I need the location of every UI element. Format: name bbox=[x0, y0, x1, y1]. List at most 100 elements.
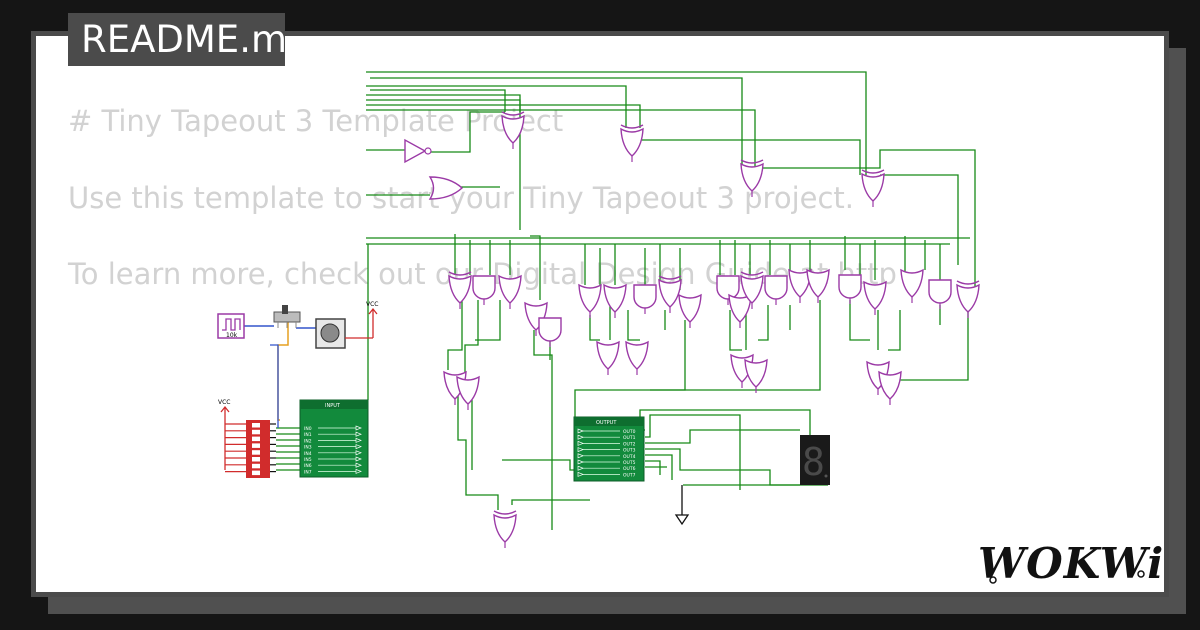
wire bbox=[888, 310, 901, 351]
dip-toggle bbox=[252, 429, 260, 435]
dip-toggle bbox=[252, 423, 260, 428]
wire bbox=[430, 111, 505, 153]
wire bbox=[502, 459, 575, 471]
gate-layer bbox=[404, 111, 980, 548]
wire bbox=[366, 99, 521, 230]
wire bbox=[366, 109, 756, 168]
dip-toggle bbox=[252, 443, 260, 448]
wire bbox=[900, 305, 969, 381]
input-chip: INPUT IN0IN1IN2IN3IN4IN5IN6IN7 bbox=[299, 399, 369, 478]
push-button[interactable] bbox=[315, 318, 346, 349]
or-gate bbox=[456, 375, 480, 410]
output-pin-label: OUT7 bbox=[623, 472, 636, 478]
wire bbox=[464, 300, 479, 375]
wire bbox=[589, 315, 600, 341]
or-gate bbox=[625, 340, 649, 375]
or-gate bbox=[728, 293, 752, 328]
wire bbox=[370, 77, 743, 168]
input-pin-label: IN5 bbox=[304, 457, 312, 463]
xor-gate bbox=[620, 124, 644, 162]
vcc-symbol-1: VCC bbox=[345, 301, 378, 339]
wire bbox=[447, 300, 463, 370]
xor-gate bbox=[740, 159, 764, 197]
dip-switch[interactable] bbox=[246, 420, 270, 478]
wire bbox=[645, 429, 800, 444]
output-pin-label: OUT1 bbox=[623, 435, 636, 441]
and-gate bbox=[633, 284, 657, 314]
seven-segment-display: 8 bbox=[800, 435, 830, 485]
or-gate bbox=[428, 176, 464, 200]
circuit-diagram: 10k VCC VCC INPUT IN0IN1IN2IN3IN4IN5IN6I… bbox=[217, 71, 1164, 588]
output-chip: OUTPUT OUT0OUT1OUT2OUT3OUT4OUT5OUT6OUT7 bbox=[573, 416, 645, 482]
or-gate bbox=[678, 293, 702, 328]
vcc-symbol-2: VCC bbox=[218, 399, 230, 470]
wire bbox=[645, 460, 661, 475]
output-pin-label: OUT6 bbox=[623, 466, 636, 472]
xor-gate bbox=[448, 271, 472, 309]
wire bbox=[849, 300, 870, 341]
wire-orange bbox=[277, 322, 289, 421]
input-chip-label: INPUT bbox=[325, 403, 341, 409]
or-gate bbox=[744, 358, 768, 393]
input-pin-label: IN4 bbox=[304, 451, 312, 457]
input-pin-label: IN7 bbox=[304, 469, 312, 475]
output-pin-label: OUT2 bbox=[623, 441, 636, 447]
clock-label: 10k bbox=[226, 332, 238, 339]
not-gate-bubble bbox=[424, 147, 432, 155]
wire bbox=[530, 235, 541, 300]
input-pin-label: IN6 bbox=[304, 463, 312, 469]
output-pin-label: OUT0 bbox=[623, 429, 636, 435]
and-gate bbox=[472, 275, 496, 305]
wire-blue bbox=[270, 344, 279, 428]
or-gate bbox=[863, 280, 887, 315]
and-gate bbox=[764, 275, 788, 305]
or-gate bbox=[603, 283, 627, 318]
wire bbox=[457, 395, 499, 510]
wire bbox=[475, 300, 501, 341]
wire bbox=[758, 305, 769, 341]
dip-toggle bbox=[252, 457, 260, 462]
input-pin-label: IN2 bbox=[304, 438, 312, 444]
slide-switch[interactable] bbox=[273, 305, 301, 328]
input-pin-label: IN1 bbox=[304, 432, 312, 438]
wire bbox=[366, 85, 627, 128]
input-pin-label: IN3 bbox=[304, 445, 312, 451]
wire bbox=[366, 71, 867, 175]
or-gate bbox=[498, 274, 522, 309]
and-gate bbox=[538, 317, 562, 347]
wire bbox=[627, 310, 640, 341]
seven-segment-digit: 8 bbox=[802, 440, 825, 484]
wire bbox=[645, 414, 741, 490]
or-gate bbox=[578, 283, 602, 318]
wire bbox=[511, 499, 590, 505]
vcc-label-1: VCC bbox=[366, 301, 378, 308]
xor-gate bbox=[493, 510, 517, 548]
dip-toggle bbox=[252, 463, 260, 469]
xor-gate bbox=[658, 275, 682, 313]
wire bbox=[639, 409, 811, 435]
output-chip-label: OUTPUT bbox=[596, 420, 617, 426]
vcc-label-2: VCC bbox=[218, 399, 230, 406]
or-gate bbox=[878, 370, 902, 405]
wire bbox=[880, 174, 959, 265]
output-pin-label: OUT4 bbox=[623, 454, 636, 460]
ground-symbol bbox=[674, 485, 690, 526]
or-gate bbox=[806, 268, 830, 303]
output-pin-label: OUT5 bbox=[623, 460, 636, 466]
readme-tag: README.md bbox=[68, 13, 285, 66]
dip-toggle bbox=[252, 436, 260, 442]
xor-gate bbox=[861, 169, 885, 207]
and-gate bbox=[928, 279, 952, 309]
dip-toggle bbox=[252, 450, 260, 455]
not-gate bbox=[404, 138, 427, 164]
wokwi-logo-text: WOKWi bbox=[978, 539, 1164, 588]
wire bbox=[370, 89, 506, 112]
clock-generator[interactable]: 10k bbox=[217, 313, 245, 339]
wokwi-logo: WOKWi bbox=[978, 539, 1164, 588]
wire bbox=[574, 320, 686, 420]
or-gate bbox=[596, 340, 620, 375]
xor-gate bbox=[501, 111, 525, 149]
and-gate bbox=[838, 274, 862, 304]
dip-toggle bbox=[252, 470, 260, 476]
input-pin-label: IN0 bbox=[304, 426, 312, 432]
